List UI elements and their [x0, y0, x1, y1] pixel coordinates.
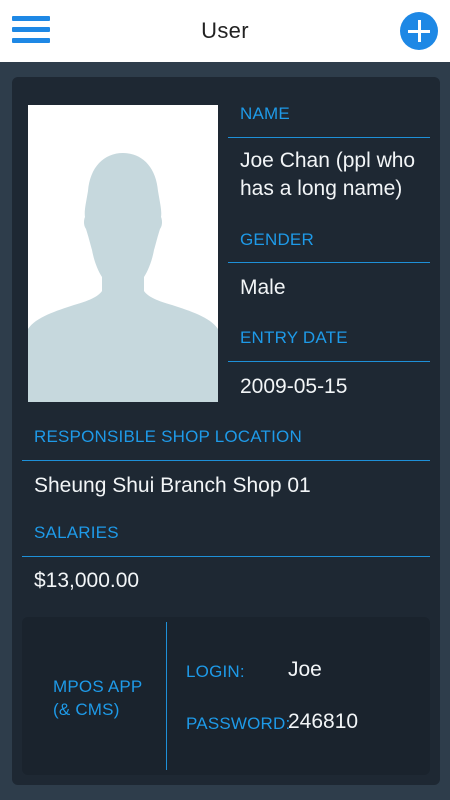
user-silhouette-icon	[28, 153, 218, 402]
shop-location-label: RESPONSIBLE SHOP LOCATION	[34, 427, 302, 446]
mpos-app-label-line-1: MPOS APP	[53, 677, 143, 696]
shop-location-value: Sheung Shui Branch Shop 01	[34, 474, 311, 497]
profile-photo	[28, 105, 218, 402]
top-app-bar: User	[0, 0, 450, 62]
login-label: LOGIN:	[186, 662, 245, 681]
entry-date-label: ENTRY DATE	[240, 328, 348, 347]
user-detail-card: NAME Joe Chan (ppl who has a long name) …	[12, 77, 440, 785]
name-value-line-1: Joe Chan (ppl who	[240, 149, 416, 172]
entry-date-divider	[228, 361, 430, 362]
name-label: NAME	[240, 104, 290, 123]
salaries-label: SALARIES	[34, 523, 119, 542]
gender-label: GENDER	[240, 230, 314, 249]
page-title: User	[201, 18, 249, 43]
mpos-credentials-panel: MPOS APP (& CMS) LOGIN: Joe PASSWORD: 24…	[22, 617, 430, 775]
shop-location-divider	[22, 460, 430, 461]
salaries-value: $13,000.00	[34, 569, 140, 592]
name-divider	[228, 137, 430, 138]
password-value: 246810	[288, 710, 359, 733]
gender-divider	[228, 262, 430, 263]
login-value: Joe	[288, 658, 322, 681]
gender-value: Male	[240, 276, 286, 299]
mpos-divider	[166, 622, 167, 770]
password-label: PASSWORD:	[186, 714, 291, 733]
mpos-app-label-line-2: (& CMS)	[53, 700, 120, 719]
mpos-app-label: MPOS APP (& CMS)	[53, 675, 142, 721]
salaries-divider	[22, 556, 430, 557]
add-user-button[interactable]	[400, 12, 438, 50]
name-value: Joe Chan (ppl who has a long name)	[240, 147, 430, 203]
name-value-line-2: has a long name)	[240, 177, 403, 200]
entry-date-value: 2009-05-15	[240, 375, 348, 398]
